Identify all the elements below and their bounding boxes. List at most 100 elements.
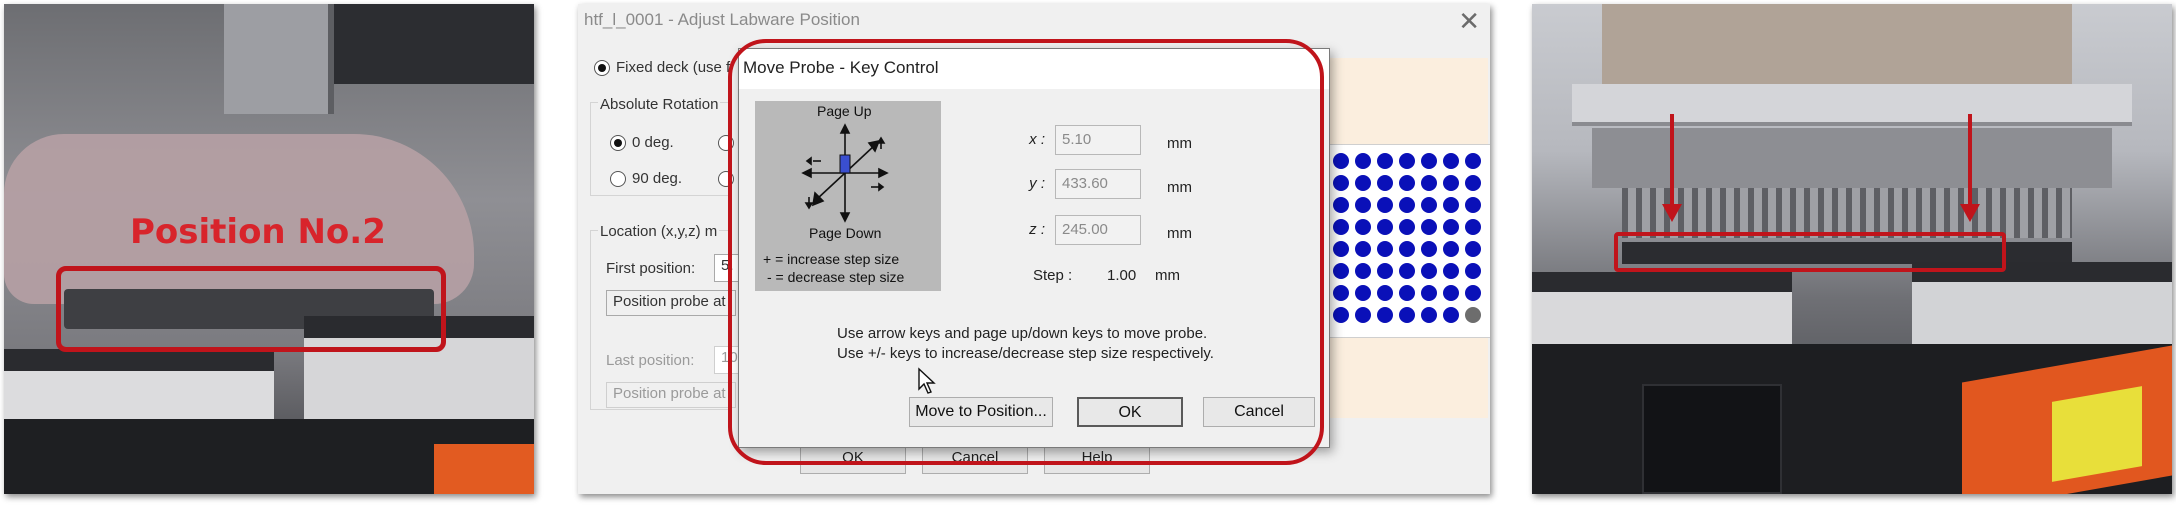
plate-well	[1377, 285, 1393, 301]
plate-well	[1399, 241, 1415, 257]
plate-well	[1399, 175, 1415, 191]
plate-well	[1399, 285, 1415, 301]
pipette-head-top	[1602, 4, 2072, 84]
plate-well	[1443, 285, 1459, 301]
position-highlight-box	[56, 266, 446, 352]
software-screenshot-panel: htf_l_0001 - Adjust Labware Position ✕ F…	[578, 4, 1490, 494]
plate-well	[1421, 285, 1437, 301]
pipette-tips-bank	[1622, 188, 2072, 238]
plate-well	[1421, 153, 1437, 169]
plate-well	[1421, 307, 1437, 323]
plate-well	[1465, 175, 1481, 191]
plate-well	[1333, 285, 1349, 301]
rotation-0-radio[interactable]	[610, 135, 626, 151]
plate-well	[1399, 263, 1415, 279]
x-value-field[interactable]: 5.10	[1055, 125, 1141, 155]
gantry-block	[304, 4, 534, 84]
move-to-position-button[interactable]: Move to Position...	[909, 397, 1053, 427]
y-value-field[interactable]: 433.60	[1055, 169, 1141, 199]
direction-arrows-icon	[801, 123, 889, 223]
plate-well	[1465, 153, 1481, 169]
pipette-head-plate	[1572, 84, 2132, 126]
rotation-90-label: 90 deg.	[632, 170, 683, 187]
step-unit: mm	[1155, 267, 1180, 284]
fixed-deck-radio[interactable]	[594, 60, 610, 76]
plate-well	[1355, 175, 1371, 191]
z-unit: mm	[1167, 225, 1192, 242]
plate-well	[1355, 197, 1371, 213]
plate-well	[1465, 197, 1481, 213]
position-probe-button-1[interactable]: Position probe at	[606, 290, 736, 316]
page-down-label: Page Down	[809, 225, 882, 241]
rotation-0-label: 0 deg.	[632, 134, 674, 151]
rotation-180-radio[interactable]	[718, 135, 734, 151]
dialog-cancel-button[interactable]: Cancel	[1203, 397, 1315, 427]
photo-right-panel	[1532, 4, 2172, 494]
target-highlight-box	[1614, 232, 2006, 272]
plate-well	[1421, 241, 1437, 257]
rotation-270-radio[interactable]	[718, 171, 734, 187]
plate-well	[1443, 307, 1459, 323]
plate-well	[1421, 219, 1437, 235]
page-up-label: Page Up	[817, 103, 872, 119]
plate-well	[1355, 153, 1371, 169]
close-icon[interactable]: ✕	[1458, 6, 1480, 37]
plate-well	[1443, 241, 1459, 257]
instructions-line-1: Use arrow keys and page up/down keys to …	[837, 325, 1208, 342]
position-probe-button-2[interactable]: Position probe at	[606, 382, 736, 408]
plate-well	[1421, 175, 1437, 191]
plate-well	[1399, 307, 1415, 323]
plate-well	[1355, 241, 1371, 257]
plate-preview	[1328, 144, 1490, 338]
z-value-field[interactable]: 245.00	[1055, 215, 1141, 245]
plate-well	[1443, 197, 1459, 213]
plate-well	[1377, 153, 1393, 169]
y-unit: mm	[1167, 179, 1192, 196]
plate-well	[1333, 241, 1349, 257]
plate-well	[1333, 219, 1349, 235]
plate-well	[1355, 307, 1371, 323]
plate-well	[1443, 263, 1459, 279]
key-control-panel: Page Up Page Down + = increase step size…	[755, 101, 941, 291]
plate-well	[1443, 219, 1459, 235]
x-unit: mm	[1167, 135, 1192, 152]
plate-well	[1421, 197, 1437, 213]
down-arrow-left-icon	[1662, 114, 1682, 222]
plate-well	[1333, 197, 1349, 213]
plate-well	[1355, 219, 1371, 235]
rotation-90-radio[interactable]	[610, 171, 626, 187]
plate-well	[1333, 175, 1349, 191]
down-arrow-right-icon	[1960, 114, 1980, 222]
plate-well	[1355, 285, 1371, 301]
plate-well	[1465, 307, 1481, 323]
plate-well	[1399, 219, 1415, 235]
decrease-step-hint: - = decrease step size	[767, 269, 905, 285]
plate-well	[1465, 241, 1481, 257]
plate-well	[1443, 175, 1459, 191]
yellow-label	[2052, 386, 2142, 482]
plate-well	[1465, 285, 1481, 301]
plate-well	[1377, 307, 1393, 323]
plate-well	[1465, 219, 1481, 235]
increase-step-hint: + = increase step size	[763, 251, 900, 267]
plate-well	[1333, 153, 1349, 169]
instructions-line-2: Use +/- keys to increase/decrease step s…	[837, 345, 1214, 362]
plate-well	[1465, 263, 1481, 279]
plate-well	[1421, 263, 1437, 279]
dialog-ok-button[interactable]: OK	[1077, 397, 1183, 427]
gantry-frame	[224, 4, 334, 114]
step-value: 1.00	[1107, 267, 1137, 284]
move-probe-dialog: Move Probe - Key Control Page Up Page Do…	[738, 48, 1330, 448]
location-label: Location (x,y,z) m	[598, 223, 720, 240]
step-label: Step :	[1033, 267, 1073, 284]
z-label: z :	[1029, 221, 1045, 238]
plate-well	[1355, 263, 1371, 279]
tip-rack-left-top	[4, 349, 274, 371]
absolute-rotation-label: Absolute Rotation	[598, 96, 721, 113]
plate-well	[1399, 153, 1415, 169]
window-title: htf_l_0001 - Adjust Labware Position	[584, 10, 860, 29]
plate-well	[1377, 263, 1393, 279]
plate-well	[1377, 197, 1393, 213]
plate-well	[1377, 219, 1393, 235]
dialog-title: Move Probe - Key Control	[739, 49, 1329, 89]
